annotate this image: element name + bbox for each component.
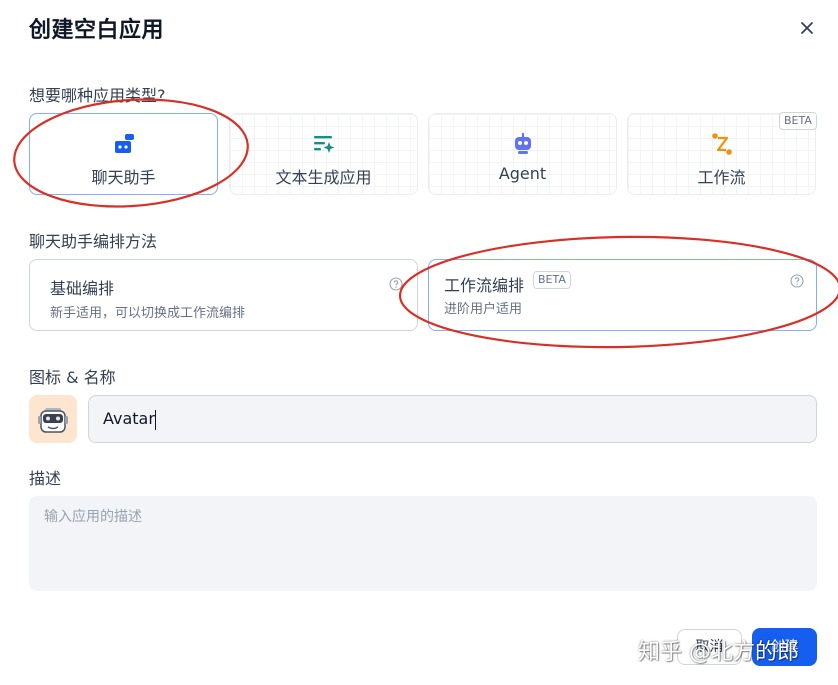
app-type-label-agent: Agent xyxy=(498,164,547,183)
app-avatar-picker[interactable] xyxy=(29,395,77,443)
workflow-icon xyxy=(711,133,732,155)
app-name-input[interactable]: Avatar xyxy=(88,395,817,443)
help-icon[interactable] xyxy=(790,274,804,288)
dialog-title: 创建空白应用 xyxy=(29,18,165,43)
icon-name-label: 图标 & 名称 xyxy=(29,368,116,387)
app-type-label-text-generator: 文本生成应用 xyxy=(275,168,372,187)
method-basic[interactable]: 基础编排 新手适用，可以切换成工作流编排 xyxy=(29,259,418,331)
text-caret xyxy=(154,409,156,430)
robot-emoji-icon xyxy=(38,408,68,433)
description-placeholder: 输入应用的描述 xyxy=(44,509,142,525)
method-label: 聊天助手编排方法 xyxy=(29,232,158,251)
method-basic-desc: 新手适用，可以切换成工作流编排 xyxy=(50,306,246,321)
app-type-label-workflow: 工作流 xyxy=(697,168,746,187)
text-generator-icon xyxy=(313,136,334,153)
app-type-text-generator[interactable]: 文本生成应用 xyxy=(229,113,418,195)
watermark-text: 知乎 @北方的郎 xyxy=(638,640,799,665)
app-name-value: Avatar xyxy=(103,409,155,428)
app-type-agent[interactable]: Agent xyxy=(428,113,617,195)
app-type-label-chatbot: 聊天助手 xyxy=(91,168,156,187)
method-workflow-desc: 进阶用户适用 xyxy=(444,302,523,317)
method-beta-badge: BETA xyxy=(533,271,571,289)
description-textarea[interactable]: 输入应用的描述 xyxy=(29,496,817,591)
close-icon[interactable] xyxy=(797,18,817,38)
method-basic-title: 基础编排 xyxy=(50,279,115,298)
workflow-beta-badge: BETA xyxy=(779,112,817,130)
app-type-label: 想要哪种应用类型? xyxy=(29,86,166,105)
agent-robot-icon xyxy=(514,133,531,154)
description-label: 描述 xyxy=(29,469,62,488)
app-type-chatbot[interactable]: 聊天助手 xyxy=(29,113,218,195)
chat-bot-icon xyxy=(114,134,134,153)
help-icon[interactable] xyxy=(389,277,403,291)
method-workflow[interactable]: 工作流编排 BETA 进阶用户适用 xyxy=(428,259,817,331)
method-workflow-title: 工作流编排 xyxy=(444,276,525,295)
